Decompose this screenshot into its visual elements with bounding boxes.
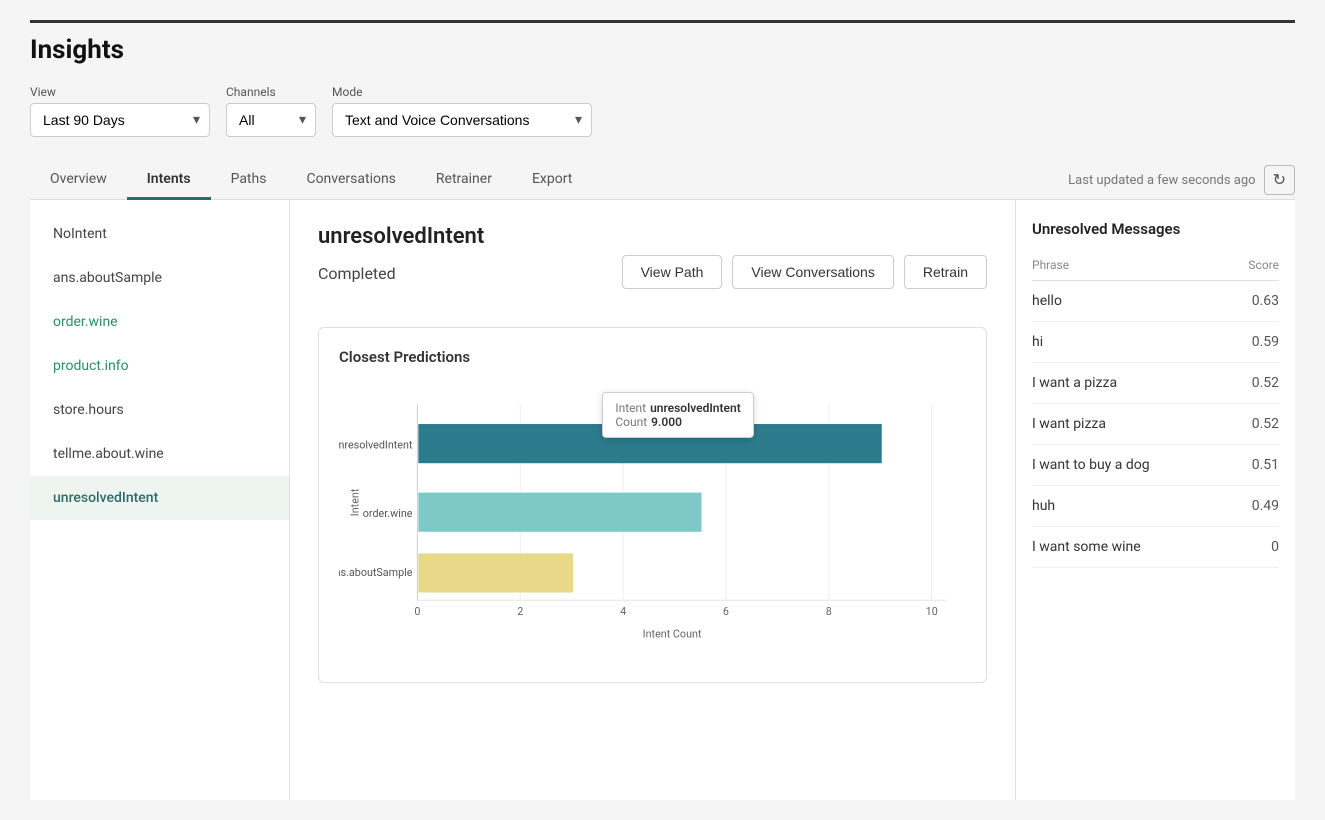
main-content: NoIntent ans.aboutSample order.wine prod… bbox=[30, 200, 1295, 800]
svg-text:10: 10 bbox=[926, 605, 938, 618]
tab-export[interactable]: Export bbox=[512, 161, 592, 200]
channels-filter-group: Channels All Text Voice bbox=[226, 85, 316, 137]
view-path-button[interactable]: View Path bbox=[622, 255, 723, 289]
svg-text:Intent Count: Intent Count bbox=[643, 628, 702, 641]
mode-select[interactable]: Text and Voice Conversations Text Conver… bbox=[332, 103, 592, 137]
mode-select-wrapper: Text and Voice Conversations Text Conver… bbox=[332, 103, 592, 137]
score-col-header: Score bbox=[1248, 258, 1279, 272]
svg-text:6: 6 bbox=[723, 605, 729, 618]
score-cell: 0.59 bbox=[1252, 334, 1279, 350]
bar-unresolved[interactable] bbox=[418, 424, 881, 463]
sidebar-item-store-hours[interactable]: store.hours bbox=[30, 388, 289, 432]
svg-text:2: 2 bbox=[517, 605, 523, 618]
sidebar-item-unresolved-intent[interactable]: unresolvedIntent bbox=[30, 476, 289, 520]
view-filter-group: View Last 90 Days Last 30 Days Last 7 Da… bbox=[30, 85, 210, 137]
filters-row: View Last 90 Days Last 30 Days Last 7 Da… bbox=[30, 85, 1295, 137]
channels-select-wrapper: All Text Voice bbox=[226, 103, 316, 137]
sidebar: NoIntent ans.aboutSample order.wine prod… bbox=[30, 200, 290, 800]
phrase-cell: I want some wine bbox=[1032, 539, 1141, 555]
intent-name: unresolvedIntent bbox=[318, 224, 987, 249]
phrase-cell: I want to buy a dog bbox=[1032, 457, 1150, 473]
table-row: I want some wine 0 bbox=[1032, 527, 1279, 568]
score-cell: 0.52 bbox=[1252, 375, 1279, 391]
score-cell: 0.49 bbox=[1252, 498, 1279, 514]
mode-label: Mode bbox=[332, 85, 592, 99]
phrase-cell: hello bbox=[1032, 293, 1062, 309]
right-panel: Unresolved Messages Phrase Score hello 0… bbox=[1015, 200, 1295, 800]
bar-ans-about[interactable] bbox=[418, 553, 573, 592]
svg-text:Intent: Intent bbox=[349, 488, 362, 516]
score-cell: 0 bbox=[1271, 539, 1279, 555]
refresh-button[interactable]: ↻ bbox=[1264, 165, 1295, 195]
phrase-cell: huh bbox=[1032, 498, 1055, 514]
tab-intents[interactable]: Intents bbox=[127, 161, 211, 200]
svg-text:ans.aboutSample: ans.aboutSample bbox=[339, 566, 413, 579]
table-row: I want a pizza 0.52 bbox=[1032, 363, 1279, 404]
tab-right-info: Last updated a few seconds ago ↻ bbox=[1068, 165, 1295, 195]
chart-title: Closest Predictions bbox=[339, 348, 966, 366]
table-row: hello 0.63 bbox=[1032, 281, 1279, 322]
channels-label: Channels bbox=[226, 85, 316, 99]
view-select[interactable]: Last 90 Days Last 30 Days Last 7 Days bbox=[30, 103, 210, 137]
sidebar-item-nointent[interactable]: NoIntent bbox=[30, 212, 289, 256]
svg-text:4: 4 bbox=[620, 605, 626, 618]
table-row: hi 0.59 bbox=[1032, 322, 1279, 363]
table-header: Phrase Score bbox=[1032, 254, 1279, 281]
view-conversations-button[interactable]: View Conversations bbox=[732, 255, 893, 289]
phrase-cell: I want pizza bbox=[1032, 416, 1106, 432]
phrase-cell: hi bbox=[1032, 334, 1043, 350]
retrain-button[interactable]: Retrain bbox=[904, 255, 987, 289]
tabs-row: Overview Intents Paths Conversations Ret… bbox=[30, 161, 1295, 200]
last-updated-text: Last updated a few seconds ago bbox=[1068, 173, 1255, 188]
phrase-cell: I want a pizza bbox=[1032, 375, 1117, 391]
score-cell: 0.52 bbox=[1252, 416, 1279, 432]
table-row: I want pizza 0.52 bbox=[1032, 404, 1279, 445]
content-area: unresolvedIntent Completed View Path Vie… bbox=[290, 200, 1015, 800]
svg-text:unresolvedIntent: unresolvedIntent bbox=[339, 439, 413, 452]
unresolved-title: Unresolved Messages bbox=[1032, 220, 1279, 238]
sidebar-item-order-wine[interactable]: order.wine bbox=[30, 300, 289, 344]
sidebar-item-product-info[interactable]: product.info bbox=[30, 344, 289, 388]
table-row: I want to buy a dog 0.51 bbox=[1032, 445, 1279, 486]
bar-order-wine[interactable] bbox=[418, 493, 701, 532]
score-cell: 0.51 bbox=[1252, 457, 1279, 473]
svg-text:8: 8 bbox=[826, 605, 832, 618]
mode-filter-group: Mode Text and Voice Conversations Text C… bbox=[332, 85, 592, 137]
tab-retrainer[interactable]: Retrainer bbox=[416, 161, 512, 200]
intent-status: Completed bbox=[318, 264, 396, 283]
svg-text:order.wine: order.wine bbox=[363, 507, 413, 520]
tabs-left: Overview Intents Paths Conversations Ret… bbox=[30, 161, 592, 199]
bar-chart: 0 2 4 6 8 10 Intent Count Intent unresol… bbox=[339, 382, 966, 662]
sidebar-item-tellme-about-wine[interactable]: tellme.about.wine bbox=[30, 432, 289, 476]
channels-select[interactable]: All Text Voice bbox=[226, 103, 316, 137]
action-buttons: View Path View Conversations Retrain bbox=[622, 255, 987, 289]
view-label: View bbox=[30, 85, 210, 99]
tab-overview[interactable]: Overview bbox=[30, 161, 127, 200]
view-select-wrapper: Last 90 Days Last 30 Days Last 7 Days bbox=[30, 103, 210, 137]
table-row: huh 0.49 bbox=[1032, 486, 1279, 527]
page-title: Insights bbox=[30, 20, 1295, 65]
phrase-col-header: Phrase bbox=[1032, 258, 1069, 272]
app-container: Insights View Last 90 Days Last 30 Days … bbox=[0, 0, 1325, 820]
sidebar-item-ans-aboutsample[interactable]: ans.aboutSample bbox=[30, 256, 289, 300]
score-cell: 0.63 bbox=[1252, 293, 1279, 309]
tab-conversations[interactable]: Conversations bbox=[286, 161, 415, 200]
chart-svg: 0 2 4 6 8 10 Intent Count Intent unresol… bbox=[339, 382, 966, 662]
tab-paths[interactable]: Paths bbox=[211, 161, 287, 200]
svg-text:0: 0 bbox=[414, 605, 420, 618]
chart-panel: Closest Predictions bbox=[318, 327, 987, 683]
unresolved-rows: hello 0.63 hi 0.59 I want a pizza 0.52 I… bbox=[1032, 281, 1279, 568]
